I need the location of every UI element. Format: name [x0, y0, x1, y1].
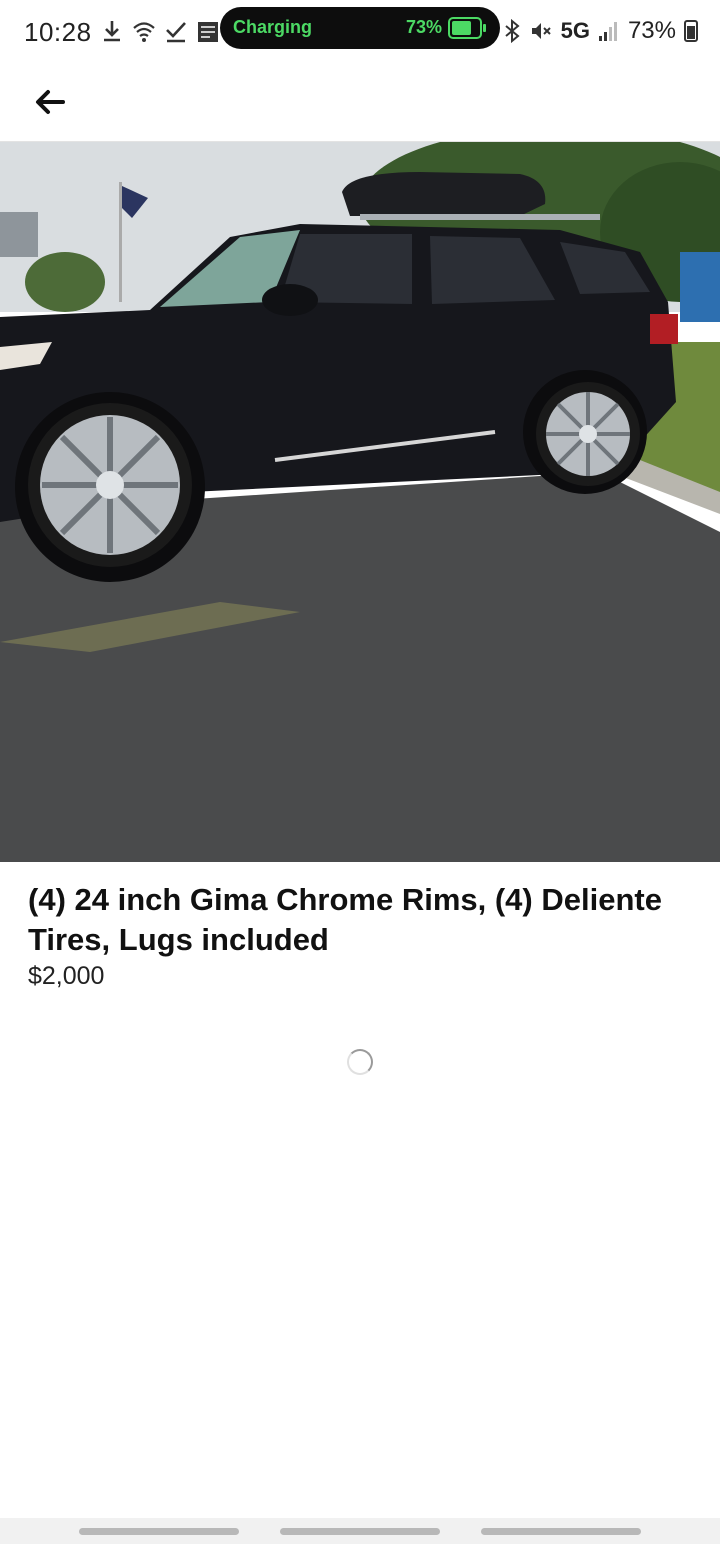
- listing-price: $2,000: [28, 962, 105, 990]
- battery-icon: [684, 20, 698, 42]
- check-icon: [166, 22, 186, 43]
- listing-title: (4) 24 inch Gima Chrome Rims, (4) Delien…: [28, 882, 662, 957]
- notification-icons: [100, 18, 220, 44]
- bluetooth-icon: [504, 19, 520, 43]
- battery-percent: 73%: [627, 17, 676, 44]
- charging-battery-fill: [452, 21, 471, 35]
- loading-spinner-icon: [347, 1049, 373, 1075]
- arrow-left-icon: [36, 90, 65, 114]
- charging-label: Charging: [233, 17, 312, 37]
- listing-photo[interactable]: [0, 142, 720, 862]
- nav-segment-right[interactable]: [481, 1528, 641, 1535]
- app-notification-icon: [198, 22, 218, 42]
- charging-pill: Charging 73%: [220, 7, 500, 49]
- download-icon: [104, 21, 120, 42]
- nav-segment-left[interactable]: [79, 1528, 239, 1535]
- mute-icon: [531, 23, 551, 39]
- signal-icon: [598, 22, 617, 41]
- system-icons: 5G 73%: [503, 17, 698, 45]
- navigation-bar: [0, 1518, 720, 1544]
- nav-segment-center[interactable]: [280, 1528, 440, 1535]
- status-bar: 10:28 Charging 73% 5G 73%: [0, 0, 720, 64]
- app-header: [0, 64, 720, 142]
- network-type: 5G: [560, 18, 590, 43]
- suv-photo-illustration: [0, 142, 720, 862]
- charging-battery-icon: [448, 17, 486, 39]
- battery-nub: [483, 24, 486, 32]
- back-button[interactable]: [26, 78, 74, 126]
- charging-percent: 73%: [406, 17, 443, 37]
- status-time: 10:28: [24, 17, 92, 47]
- wifi-question-icon: [133, 22, 155, 42]
